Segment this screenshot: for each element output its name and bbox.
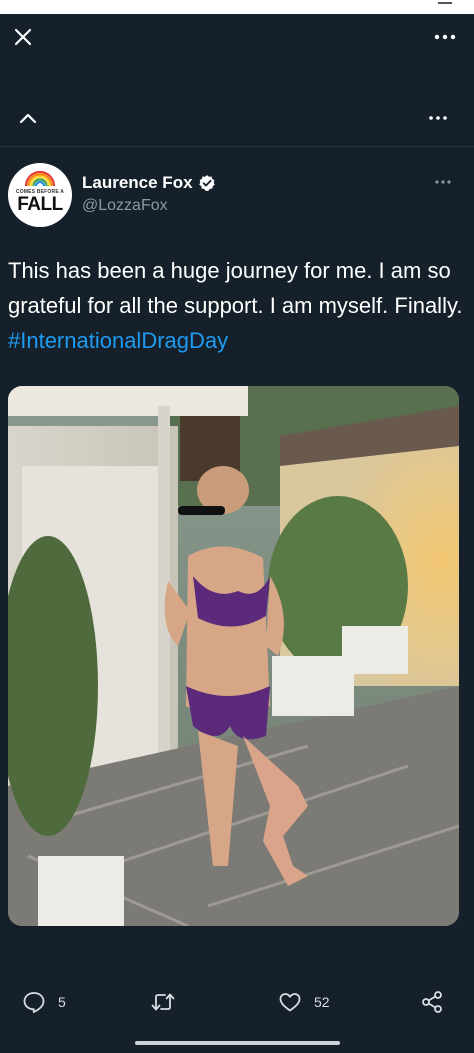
close-icon xyxy=(14,28,32,46)
more-horizontal-icon xyxy=(435,180,451,184)
like-count: 52 xyxy=(314,994,330,1010)
avatar-big-text: FALL xyxy=(17,194,63,215)
heart-icon xyxy=(279,993,301,1012)
more-horizontal-icon xyxy=(429,116,447,120)
author-name-row[interactable]: Laurence Fox xyxy=(82,173,216,193)
more-options-button[interactable] xyxy=(430,22,460,52)
tweet-more-button[interactable] xyxy=(430,170,456,194)
author-handle[interactable]: @LozzaFox xyxy=(82,197,168,215)
tweet-body: This has been a huge journey for me. I a… xyxy=(8,258,463,318)
collapse-button[interactable] xyxy=(14,104,42,132)
tweet-photo[interactable] xyxy=(8,386,459,926)
retweet-icon xyxy=(151,993,175,1011)
retweet-button[interactable] xyxy=(150,990,176,1014)
reply-icon xyxy=(23,992,45,1013)
hashtag-link[interactable]: #InternationalDragDay xyxy=(8,328,228,353)
chevron-up-icon xyxy=(19,113,37,124)
reply-count: 5 xyxy=(58,994,66,1010)
tweet-actions: 5 52 xyxy=(0,984,474,1024)
rainbow-icon xyxy=(24,170,56,187)
thread-more-button[interactable] xyxy=(424,104,452,132)
more-horizontal-icon xyxy=(434,34,456,40)
like-button[interactable]: 52 xyxy=(278,990,330,1014)
status-dash xyxy=(438,2,452,4)
share-button[interactable] xyxy=(420,990,444,1014)
tweet-text: This has been a huge journey for me. I a… xyxy=(8,253,468,358)
close-button[interactable] xyxy=(8,22,38,52)
share-icon xyxy=(422,991,442,1013)
status-strip xyxy=(0,0,474,14)
home-indicator[interactable] xyxy=(135,1041,340,1045)
reply-button[interactable]: 5 xyxy=(22,990,66,1014)
author-name[interactable]: Laurence Fox xyxy=(82,173,193,193)
divider xyxy=(0,146,474,147)
verified-badge-icon xyxy=(198,175,215,191)
avatar[interactable]: COMES BEFORE A FALL xyxy=(8,163,72,227)
photo-illustration xyxy=(8,386,459,926)
